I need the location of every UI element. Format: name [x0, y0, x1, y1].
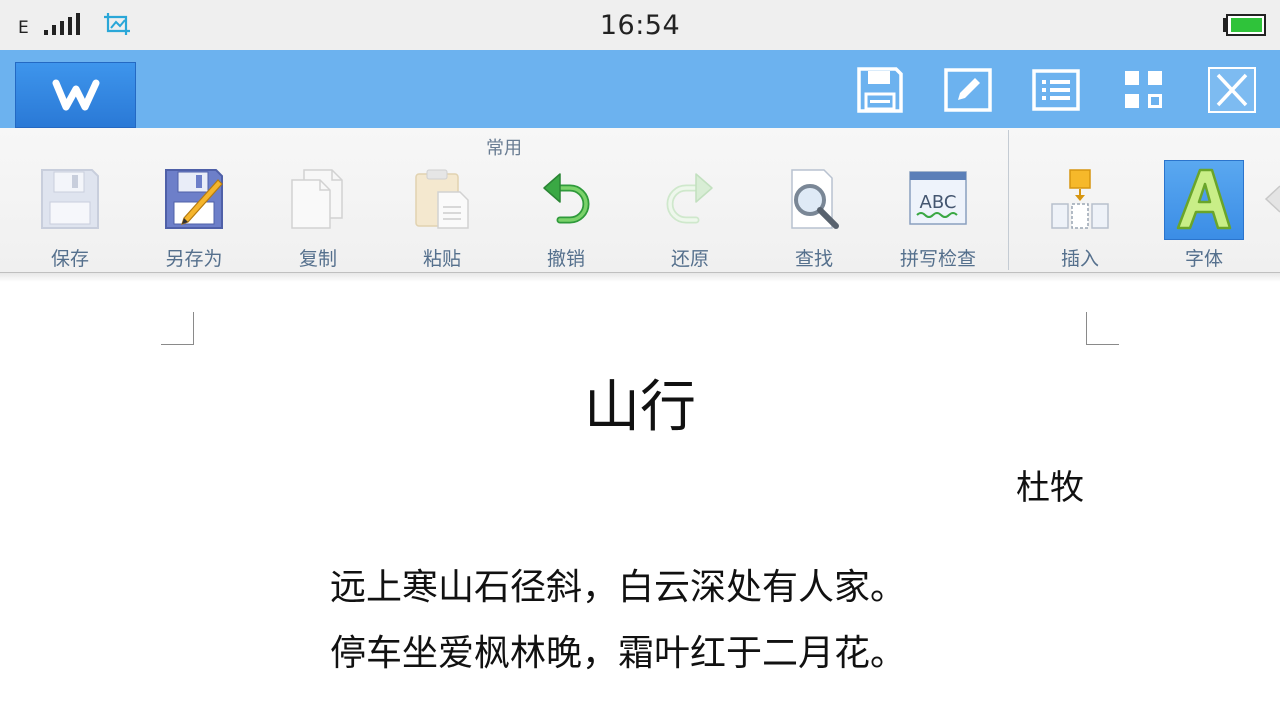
title-close-button[interactable]	[1208, 66, 1256, 114]
document-author[interactable]: 杜牧	[1016, 460, 1084, 509]
wps-logo-icon	[52, 79, 100, 111]
title-list-button[interactable]	[1032, 66, 1080, 114]
insert-button[interactable]: 插入	[1018, 164, 1142, 270]
save-as-button[interactable]: 另存为	[132, 164, 256, 270]
copy-icon	[291, 169, 343, 229]
find-label: 查找	[794, 248, 833, 270]
spellcheck-icon: ABC	[909, 171, 967, 225]
copy-label: 复制	[298, 248, 337, 270]
copy-button[interactable]: 复制	[256, 164, 380, 270]
paste-icon	[415, 169, 469, 229]
title-grid-button[interactable]	[1120, 66, 1168, 114]
redo-button[interactable]: 还原	[628, 164, 752, 270]
save-as-icon	[165, 169, 223, 229]
undo-label: 撤销	[546, 248, 585, 270]
save-button[interactable]: 保存	[8, 164, 132, 270]
save-label: 保存	[50, 248, 89, 270]
paste-label: 粘贴	[422, 248, 461, 270]
clock: 16:54	[599, 10, 681, 41]
status-bar: E 16:54	[0, 0, 1280, 50]
find-icon	[791, 169, 839, 229]
ribbon-group-label: 常用	[486, 138, 522, 159]
grid-icon	[1125, 71, 1162, 108]
undo-button[interactable]: 撤销	[504, 164, 628, 270]
save-icon	[41, 169, 99, 229]
document-title[interactable]: 山行	[0, 362, 1280, 443]
app-logo-button[interactable]	[15, 62, 136, 128]
page-margin-corner-right	[1086, 312, 1119, 345]
redo-label: 还原	[670, 248, 709, 270]
title-save-button[interactable]	[856, 66, 904, 114]
paste-button[interactable]: 粘贴	[380, 164, 504, 270]
ribbon-toolbar: 常用 保存 另存为 复制 粘贴 撤销 还原 查找 ABC 拼写检查 插入 字体	[0, 128, 1280, 273]
find-button[interactable]: 查找	[752, 164, 876, 270]
page-margin-corner-left	[161, 312, 194, 345]
ribbon-shadow	[0, 272, 1280, 282]
scroll-left-arrow-icon[interactable]	[1264, 184, 1280, 214]
font-button[interactable]: 字体	[1142, 164, 1266, 270]
redo-icon	[666, 173, 713, 224]
document-line-1[interactable]: 远上寒山石径斜，白云深处有人家。	[330, 558, 906, 610]
font-icon	[1176, 168, 1232, 230]
insert-label: 插入	[1060, 248, 1099, 270]
close-icon	[1208, 67, 1256, 113]
save-as-label: 另存为	[165, 248, 223, 270]
title-edit-button[interactable]	[944, 66, 992, 114]
document-line-2[interactable]: 停车坐爱枫林晚，霜叶红于二月花。	[330, 624, 906, 676]
title-bar	[0, 50, 1280, 128]
list-icon	[1032, 69, 1080, 111]
spellcheck-label: 拼写检查	[899, 248, 976, 270]
undo-icon	[543, 173, 590, 224]
spellcheck-button[interactable]: ABC 拼写检查	[876, 164, 1000, 270]
ribbon-divider	[1008, 130, 1009, 270]
edit-icon	[944, 68, 992, 112]
battery-icon	[1223, 14, 1266, 36]
save-icon	[857, 67, 903, 113]
font-label: 字体	[1184, 248, 1223, 270]
insert-icon	[1051, 169, 1109, 229]
svg-text:ABC: ABC	[920, 192, 957, 213]
